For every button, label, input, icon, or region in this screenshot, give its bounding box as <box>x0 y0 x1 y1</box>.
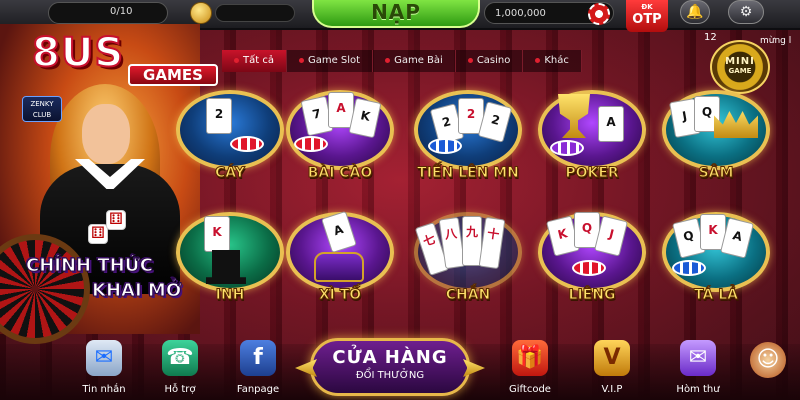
game-tile-ta-la[interactable]: Q K A TÁ LẢ <box>656 206 776 311</box>
vip-icon: V <box>594 340 630 376</box>
promo-headline-1: CHÍNH THỨC <box>26 255 154 277</box>
game-label: TIẾN LÊN MN <box>417 165 520 182</box>
settings-button[interactable]: ⚙ <box>728 0 764 24</box>
chips-icon <box>428 138 462 154</box>
coin-icon <box>190 2 212 24</box>
bottom-label: Hòm thư <box>676 384 720 395</box>
playing-card-icon: A <box>598 106 624 142</box>
avatar-icon: ☺ <box>750 342 786 378</box>
dice-icon <box>106 209 126 230</box>
chips-icon <box>572 260 606 276</box>
game-label: LIÊNG <box>568 287 616 304</box>
fanpage-button[interactable]: f Fanpage <box>226 340 290 396</box>
game-tile-poker[interactable]: A POKER <box>532 84 652 189</box>
tab-label: Casino <box>476 55 511 66</box>
badge-line2: CLUB <box>32 111 52 119</box>
bell-icon: 🔔 <box>686 4 704 20</box>
game-lobby: 0/10 NẠP 1,000,000 ĐK OTP 🔔 ⚙ 8US GAMES … <box>0 0 800 400</box>
tab-dot-icon <box>535 57 541 63</box>
giftcode-button[interactable]: 🎁 Giftcode <box>498 340 562 396</box>
otp-register-text: ĐK <box>641 3 653 11</box>
game-tile-lieng[interactable]: K Q J LIÊNG <box>532 206 652 311</box>
game-tile-tien-len[interactable]: 2 2 2 TIẾN LÊN MN <box>408 84 528 189</box>
game-tile-mau-binh[interactable]: K INH <box>170 206 290 311</box>
game-label: BÀI CÀO <box>307 165 373 182</box>
player-info-pill[interactable] <box>48 2 168 24</box>
game-label: CHẮN <box>445 287 491 304</box>
chips-icon <box>672 260 706 276</box>
game-label: TÁ LẢ <box>694 287 739 304</box>
character-avatar[interactable]: ☺ <box>736 342 800 398</box>
gold-balance-pill[interactable] <box>215 4 295 22</box>
chip-icon <box>588 3 610 25</box>
throne-icon <box>314 252 364 282</box>
chips-icon <box>294 136 328 152</box>
vip-button[interactable]: V V.I.P <box>580 340 644 396</box>
playing-card-icon: 2 <box>206 98 232 134</box>
mailbox-button[interactable]: ✉ Hòm thư <box>666 340 730 396</box>
shop-subtitle: ĐỔI THƯỞNG <box>355 370 425 381</box>
phone-icon: ☎ <box>162 340 198 376</box>
chips-icon <box>550 140 584 156</box>
game-tile-sam[interactable]: J Q SÂM <box>656 84 776 189</box>
bottom-label: Tin nhắn <box>82 384 126 395</box>
otp-button[interactable]: ĐK OTP <box>626 0 668 32</box>
gift-icon: 🎁 <box>512 340 548 376</box>
tab-label: Game Slot <box>307 55 361 66</box>
mailbox-icon: ✉ <box>680 340 716 376</box>
badge-line1: ZENKY <box>30 100 54 108</box>
bottom-label: V.I.P <box>601 384 623 395</box>
tab-dot-icon <box>467 57 473 63</box>
tab-game-slot[interactable]: Game Slot <box>286 50 374 72</box>
game-label: INH <box>215 287 245 304</box>
shop-title: CỬA HÀNG <box>332 347 448 368</box>
mini-game-label: MINI <box>725 56 755 67</box>
game-tile-chan[interactable]: 七 八 九 十 CHẮN <box>408 206 528 311</box>
mini-game-sub: GAME <box>728 67 752 75</box>
gear-icon: ⚙ <box>739 4 753 20</box>
bottom-label: Hỗ trợ <box>164 384 196 395</box>
game-disc <box>538 90 646 170</box>
greeting-text: mừng l <box>760 36 792 46</box>
tab-casino[interactable]: Casino <box>455 50 524 72</box>
game-tile-cay[interactable]: 2 CÁY <box>170 84 290 189</box>
mini-game-count: 12 <box>704 32 717 43</box>
tab-dot-icon <box>298 57 304 63</box>
bottom-label: Fanpage <box>236 384 280 395</box>
notification-button[interactable]: 🔔 <box>680 0 710 24</box>
tab-other[interactable]: Khác <box>523 50 582 72</box>
top-hat-icon <box>206 250 246 284</box>
chips-icon <box>230 136 264 152</box>
logo-8us-text: 8US <box>31 29 125 77</box>
game-label: SÂM <box>698 165 734 182</box>
support-button[interactable]: ☎ Hỗ trợ <box>148 340 212 396</box>
messages-button[interactable]: ✉ Tin nhắn <box>72 340 136 396</box>
tab-label: Game Bài <box>394 55 443 66</box>
category-tabs: Tất cả Game Slot Game Bài Casino Khác <box>222 50 582 72</box>
tab-dot-icon <box>234 57 239 63</box>
game-label: XÌ TỐ <box>318 287 362 304</box>
model-face-graphic <box>82 104 130 164</box>
shop-button[interactable]: CỬA HÀNG ĐỔI THƯỞNG <box>295 338 470 396</box>
game-label: CÁY <box>215 165 246 182</box>
zenky-club-badge: ZENKY CLUB <box>22 96 62 122</box>
playing-card-icon: K <box>204 216 230 252</box>
tab-label: Tất cả <box>243 55 274 66</box>
logo-games-text: GAMES <box>128 64 218 86</box>
deposit-button[interactable]: NẠP <box>312 0 480 28</box>
bottom-label: Giftcode <box>509 384 551 395</box>
dice-icon <box>88 223 108 244</box>
otp-label: OTP <box>632 12 662 27</box>
game-tile-xi-to[interactable]: A XÌ TỐ <box>280 206 400 311</box>
tab-label: Khác <box>544 55 569 66</box>
game-label: POKER <box>565 165 619 182</box>
tab-all[interactable]: Tất cả <box>222 50 287 72</box>
level-progress: 0/10 <box>110 6 133 17</box>
facebook-icon: f <box>240 340 276 376</box>
game-tile-bai-cao[interactable]: 7 A K BÀI CÀO <box>280 84 400 189</box>
tab-game-bai[interactable]: Game Bài <box>373 50 456 72</box>
tab-dot-icon <box>385 57 391 63</box>
promo-headline-2: KHAI MỞ <box>92 280 183 302</box>
messenger-icon: ✉ <box>86 340 122 376</box>
